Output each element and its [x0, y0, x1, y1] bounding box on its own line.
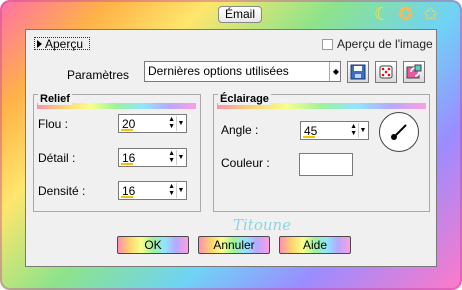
cancel-button[interactable]: Annuler	[198, 236, 270, 254]
reset-button[interactable]	[403, 61, 425, 83]
density-spinner[interactable]: 16 ▲ ▼ ▼	[118, 181, 187, 200]
save-icon	[350, 64, 366, 80]
spinner-drop-icon[interactable]: ▼	[176, 116, 185, 131]
detail-label: Détail :	[38, 151, 76, 165]
light-direction-icon	[391, 124, 407, 140]
checkbox-box[interactable]	[322, 38, 333, 50]
preset-select[interactable]: Dernières options utilisées	[144, 61, 341, 82]
dialog-body: Aperçu Aperçu de l'image Paramètres Dern…	[25, 29, 437, 267]
detail-spinner[interactable]: 16 ▲ ▼ ▼	[118, 148, 187, 167]
angle-underline	[303, 136, 315, 138]
blur-spinner[interactable]: 20 ▲ ▼ ▼	[118, 114, 187, 133]
spinner-arrows-icon[interactable]: ▲ ▼	[168, 183, 175, 197]
density-label: Densité :	[38, 184, 86, 198]
image-preview-label: Aperçu de l'image	[337, 37, 433, 51]
color-label: Couleur :	[221, 156, 270, 170]
spinner-drop-icon[interactable]: ▼	[176, 150, 185, 165]
preset-spinner[interactable]: ◆	[329, 62, 342, 81]
triangle-right-icon	[37, 39, 42, 48]
lighting-title: Éclairage	[218, 93, 271, 105]
spinner-drop-icon[interactable]: ▼	[358, 123, 367, 138]
lighting-group: Éclairage Angle : 45 ▲ ▼ ▼ Couleur :	[213, 93, 430, 212]
detail-underline	[121, 163, 133, 165]
reset-icon	[406, 64, 422, 79]
window-title: Émail	[218, 6, 262, 23]
preview-toggle-label: Aperçu	[45, 36, 84, 51]
star-outline-icon: ✩	[423, 4, 439, 24]
star-icon: ✪	[398, 4, 414, 24]
dialog-frame: Émail ☾ ✪ ✩ Aperçu Aperçu de l'image Par…	[0, 0, 462, 290]
angle-dial[interactable]	[379, 112, 419, 152]
blur-label: Flou :	[38, 117, 69, 131]
color-swatch[interactable]	[299, 153, 353, 176]
preview-toggle-button[interactable]: Aperçu	[34, 37, 90, 50]
random-dice-icon	[379, 65, 393, 79]
params-label: Paramètres	[67, 68, 130, 82]
spinner-arrows-icon[interactable]: ▲ ▼	[168, 116, 175, 130]
moon-icon: ☾	[374, 4, 391, 24]
density-underline	[121, 196, 133, 198]
help-button[interactable]: Aide	[279, 236, 351, 254]
image-preview-checkbox[interactable]: Aperçu de l'image	[322, 37, 433, 51]
randomize-button[interactable]	[375, 61, 397, 83]
ok-button[interactable]: OK	[117, 236, 189, 254]
angle-label: Angle :	[221, 123, 259, 137]
relief-title: Relief	[38, 93, 72, 105]
relief-group: Relief Flou : 20 ▲ ▼ ▼ Détail : 16 ▲ ▼ ▼ D…	[33, 93, 201, 212]
spinner-drop-icon[interactable]: ▼	[176, 183, 185, 198]
preset-value: Dernières options utilisées	[148, 64, 289, 78]
spinner-arrows-icon[interactable]: ▲ ▼	[350, 123, 357, 137]
watermark-signature: Titoune	[233, 216, 292, 234]
spinner-arrows-icon[interactable]: ▲ ▼	[168, 150, 175, 164]
angle-spinner[interactable]: 45 ▲ ▼ ▼	[300, 121, 369, 140]
blur-underline	[121, 129, 133, 131]
save-preset-button[interactable]	[347, 61, 369, 83]
